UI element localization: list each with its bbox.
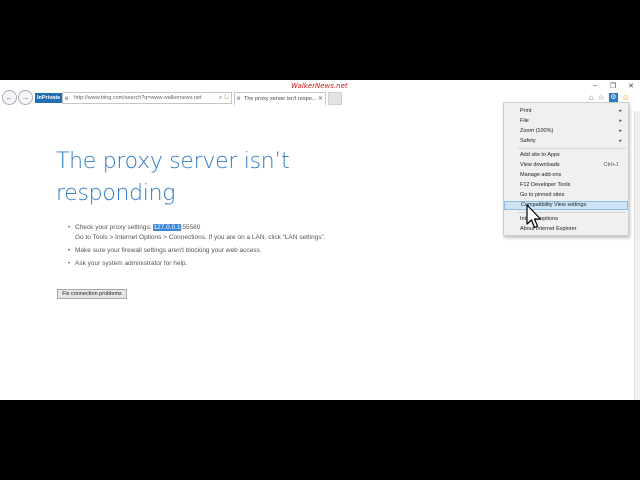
menu-separator [518,148,626,149]
watermark-text: WalkerNews.net [291,82,348,90]
menu-item-add-site[interactable]: Add site to Apps [504,151,628,160]
menu-item-safety[interactable]: Safety ▸ [504,137,628,146]
list-item: Ask your system administrator for help. [68,259,388,269]
menu-item-compatibility-view[interactable]: Compatibility View settings [504,201,628,210]
menu-label: Zoom (100%) [520,128,554,134]
home-icon[interactable]: ⌂ [589,93,594,102]
tab-active[interactable]: e The proxy server isn't respo... ✕ [234,92,326,105]
bullet-admin-text: Ask your system administrator for help. [75,260,188,267]
gear-icon[interactable]: ⚙ [608,93,618,102]
error-suggestions-list: Check your proxy settings: 127.0.0.1:555… [68,223,388,272]
menu-shortcut: Ctrl+J [603,162,618,168]
submenu-arrow-icon: ▸ [619,138,622,144]
menu-item-manage-addons[interactable]: Manage add-ons [504,171,628,180]
tab-title: The proxy server isn't respo... [244,96,317,102]
list-item: Make sure your firewall settings aren't … [68,246,388,256]
menu-label: File [520,118,529,124]
tools-menu: Print ▸ File ▸ Zoom (100%) ▸ Safety ▸ Add si… [503,102,629,236]
tab-close-icon[interactable]: ✕ [318,93,323,105]
menu-item-f12-tools[interactable]: F12 Developer Tools [504,181,628,190]
menu-item-zoom[interactable]: Zoom (100%) ▸ [504,127,628,136]
inprivate-badge: InPrivate [35,93,63,103]
smiley-feedback-icon[interactable]: ☺ [622,93,630,102]
close-window-button[interactable]: ✕ [626,82,636,90]
page-title: The proxy server isn’t responding [56,149,290,206]
ie-tab-icon: e [237,96,241,102]
submenu-arrow-icon: ▸ [619,118,622,124]
browser-window: WalkerNews.net – ❐ ✕ ← → InPrivate e htt… [0,80,640,400]
bullet-proxy-text: Check your proxy settings: [75,224,154,231]
menu-item-view-downloads[interactable]: View downloads Ctrl+J [504,161,628,170]
vertical-scrollbar[interactable] [634,111,640,400]
menu-label: Print [520,108,532,114]
address-url: http://www.bing.com/search?q=www.walkern… [74,95,202,101]
toolbar-icons: ⌂ ☆ ⚙ ☺ [589,93,630,102]
submenu-arrow-icon: ▸ [619,128,622,134]
menu-item-internet-options[interactable]: Internet options [504,215,628,224]
menu-label: Go to pinned sites [520,192,565,198]
back-button[interactable]: ← [2,90,17,105]
refresh-icon[interactable]: ↻ [224,95,229,101]
menu-item-print[interactable]: Print ▸ [504,107,628,116]
menu-label: Manage add-ons [520,172,562,178]
address-bar[interactable]: e http://www.bing.com/search?q=www.walke… [62,92,232,104]
maximize-button[interactable]: ❐ [608,82,618,90]
menu-item-about-ie[interactable]: About Internet Explorer [504,225,628,234]
bullet-proxy-instructions: Go to Tools > Internet Options > Connect… [75,234,326,241]
address-tools: ⌕ ↻ [219,93,229,103]
forward-button[interactable]: → [18,90,33,105]
search-icon[interactable]: ⌕ [219,95,222,101]
menu-item-file[interactable]: File ▸ [504,117,628,126]
proxy-port: :55580 [180,224,201,231]
menu-label: F12 Developer Tools [520,182,571,188]
menu-label: View downloads [520,162,560,168]
mouse-cursor-icon [526,204,542,229]
fix-connection-button[interactable]: Fix connection problems [57,289,127,299]
menu-label: Safety [520,138,536,144]
submenu-arrow-icon: ▸ [619,108,622,114]
ie-page-icon: e [65,96,69,102]
window-controls: – ❐ ✕ [590,82,636,90]
bullet-firewall-text: Make sure your firewall settings aren't … [75,247,262,254]
menu-item-pinned-sites[interactable]: Go to pinned sites [504,191,628,200]
menu-label: Add site to Apps [520,152,560,158]
minimize-button[interactable]: – [590,82,600,90]
new-tab-button[interactable] [328,92,342,105]
proxy-address-selection: 127.0.0.1 [153,224,181,231]
favorites-icon[interactable]: ☆ [598,93,605,102]
list-item: Check your proxy settings: 127.0.0.1:555… [68,223,388,243]
